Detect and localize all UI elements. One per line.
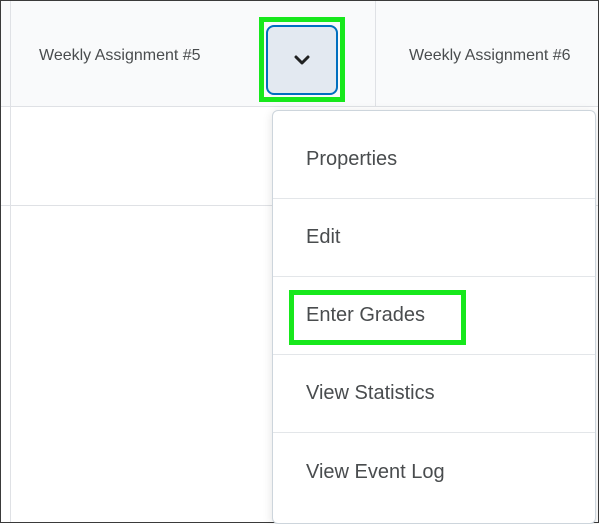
column-header-weekly-assignment-6[interactable]: Weekly Assignment #6 bbox=[409, 47, 571, 65]
menu-item-view-event-log[interactable]: View Event Log bbox=[273, 433, 595, 511]
column-header-weekly-assignment-5[interactable]: Weekly Assignment #5 bbox=[39, 47, 264, 65]
highlight-enter-grades bbox=[289, 290, 466, 345]
menu-item-properties[interactable]: Properties bbox=[273, 121, 595, 199]
menu-item-label: View Statistics bbox=[306, 382, 435, 404]
menu-item-label: View Event Log bbox=[306, 460, 445, 483]
menu-item-label: Edit bbox=[306, 226, 341, 248]
menu-item-view-statistics[interactable]: View Statistics bbox=[273, 355, 595, 433]
menu-item-label: Properties bbox=[306, 148, 398, 170]
menu-item-edit[interactable]: Edit bbox=[273, 199, 595, 277]
highlight-column-options-button bbox=[259, 17, 345, 102]
column-divider-left bbox=[10, 1, 11, 522]
column-divider bbox=[375, 1, 376, 106]
